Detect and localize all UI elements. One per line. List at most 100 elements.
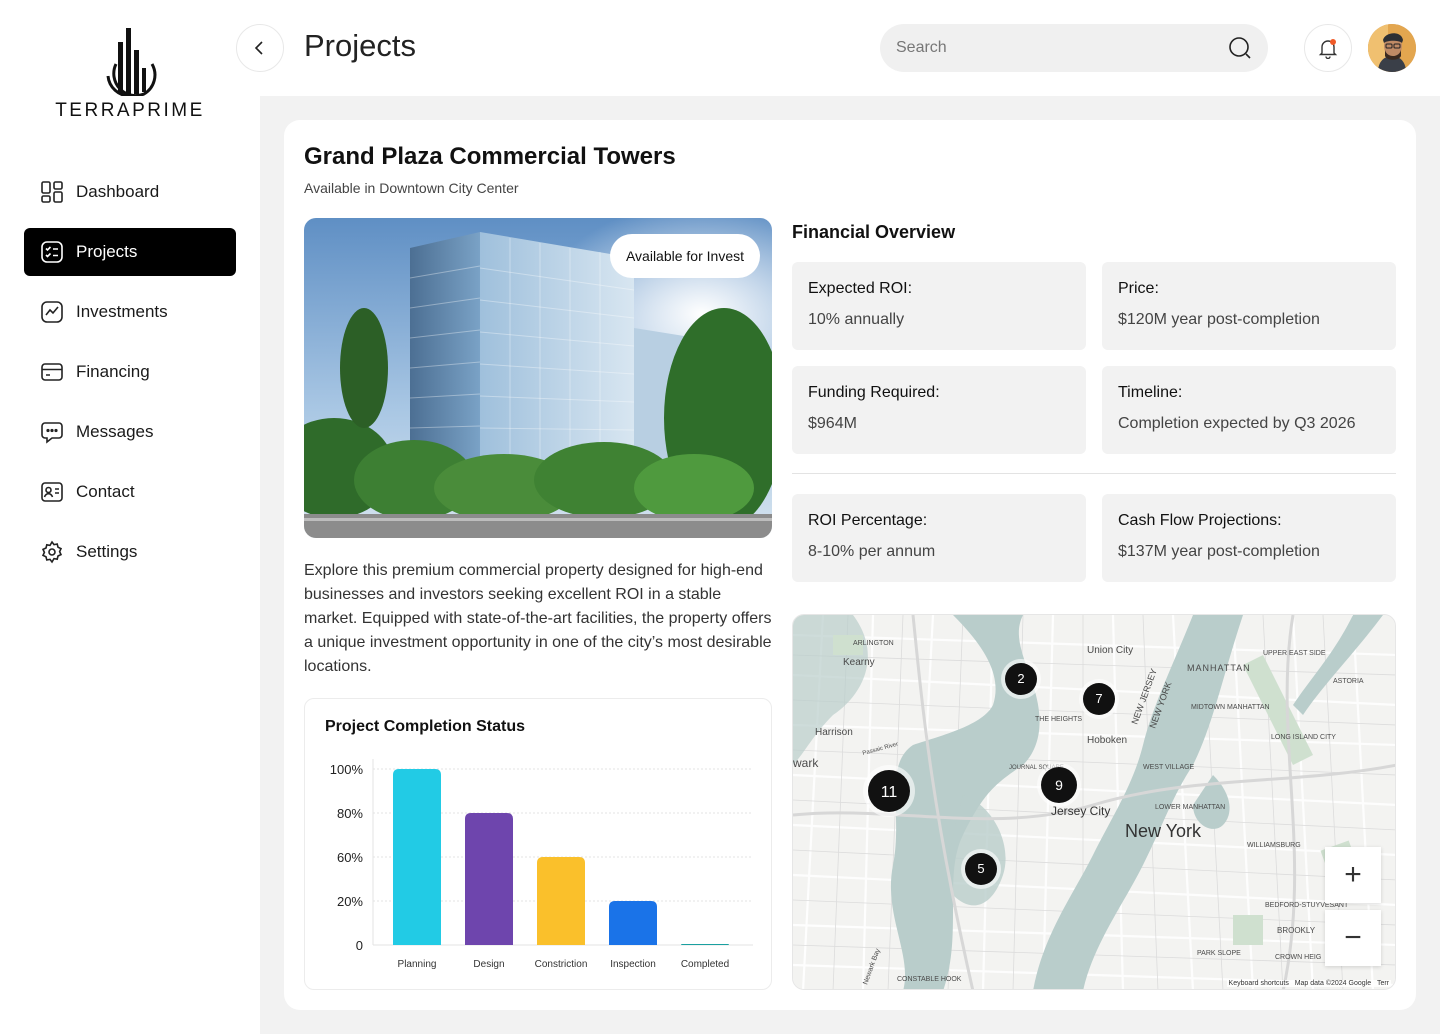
map-cluster-marker[interactable]: 2: [1001, 659, 1041, 699]
fin-card-expected-roi: Expected ROI: 10% annually: [792, 262, 1086, 350]
map-label: ASTORIA: [1333, 678, 1364, 685]
map-label: BEDFORD-STUYVESANT: [1265, 902, 1349, 909]
dashboard-icon: [40, 180, 64, 204]
fin-label: ROI Percentage:: [808, 512, 928, 529]
map-label: LOWER MANHATTAN: [1155, 804, 1225, 811]
map-footer-data: Map data ©2024 Google: [1294, 980, 1372, 987]
fin-card-timeline: Timeline: Completion expected by Q3 2026: [1102, 366, 1396, 454]
divider: [792, 473, 1396, 474]
map-cluster-marker[interactable]: 11: [863, 765, 915, 817]
sidebar: TERRAPRIME Dashboard Projects Investment…: [0, 0, 260, 1034]
map-label: ARLINGTON: [853, 640, 894, 647]
fin-label: Timeline:: [1118, 384, 1183, 401]
fin-value: $964M: [808, 415, 857, 432]
sidebar-item-label: Investments: [76, 302, 168, 321]
brand-logo[interactable]: TERRAPRIME: [0, 24, 260, 122]
sidebar-item-dashboard[interactable]: Dashboard: [24, 168, 236, 216]
cluster-count: 5: [977, 861, 984, 876]
investments-icon: [40, 300, 64, 324]
map-label: PARK SLOPE: [1197, 950, 1241, 957]
fin-label: Expected ROI:: [808, 280, 913, 297]
messages-icon: [40, 420, 64, 444]
map-label: Kearny: [843, 657, 875, 668]
bell-icon: [1318, 39, 1338, 59]
fin-value: Completion expected by Q3 2026: [1118, 415, 1356, 432]
map-label: UPPER EAST SIDE: [1263, 650, 1326, 657]
map-label: wark: [793, 756, 819, 770]
sidebar-item-settings[interactable]: Settings: [24, 528, 236, 576]
map-cluster-marker[interactable]: 9: [1037, 763, 1081, 807]
fin-value: $137M year post-completion: [1118, 543, 1320, 560]
map-attribution: Keyboard shortcuts Map data ©2024 Google…: [1226, 980, 1391, 987]
x-tick-label: Inspection: [610, 959, 656, 970]
map-label: CONSTABLE HOOK: [897, 976, 962, 983]
map-cluster-marker[interactable]: 7: [1079, 679, 1119, 719]
fin-label: Funding Required:: [808, 384, 940, 401]
fin-card-roi-percentage: ROI Percentage: 8-10% per annum: [792, 494, 1086, 582]
cluster-count: 7: [1095, 691, 1102, 706]
search-bar: [880, 24, 1268, 72]
financing-icon: [40, 360, 64, 384]
y-tick-label: 80%: [337, 806, 363, 821]
fin-card-funding-required: Funding Required: $964M: [792, 366, 1086, 454]
zoom-in-button[interactable]: +: [1325, 847, 1381, 903]
chart-bar-inspection[interactable]: [609, 901, 657, 945]
settings-icon: [40, 540, 64, 564]
map-label: Union City: [1087, 645, 1133, 656]
user-avatar-icon: [1368, 24, 1416, 72]
map-footer-terms[interactable]: Terr: [1377, 980, 1389, 987]
contact-icon: [40, 480, 64, 504]
completion-chart: Project Completion Status 0 20% 60% 80% 100%…: [304, 698, 772, 990]
back-button[interactable]: [236, 24, 284, 72]
search-icon[interactable]: [1228, 36, 1252, 60]
page-title: Projects: [304, 28, 416, 63]
sidebar-item-label: Dashboard: [76, 182, 160, 201]
logo-mark-icon: [106, 28, 157, 96]
map-label: MIDTOWN MANHATTAN: [1191, 704, 1270, 711]
fin-value: 10% annually: [808, 311, 905, 328]
chart-bar-planning[interactable]: [393, 769, 441, 945]
sidebar-item-label: Projects: [76, 242, 138, 261]
fin-card-cash-flow: Cash Flow Projections: $137M year post-c…: [1102, 494, 1396, 582]
sidebar-item-label: Contact: [76, 482, 135, 501]
x-tick-label: Design: [473, 959, 504, 970]
x-tick-label: Completed: [681, 959, 729, 970]
project-image: Available for Invest: [304, 218, 772, 538]
map-label: CROWN HEIG: [1275, 954, 1321, 961]
notifications-button[interactable]: [1304, 24, 1352, 72]
sidebar-item-investments[interactable]: Investments: [24, 288, 236, 336]
project-map[interactable]: Union City Kearny ARLINGTON MANHATTAN UP…: [792, 614, 1396, 990]
sidebar-item-label: Financing: [76, 362, 150, 381]
search-input[interactable]: [896, 39, 1228, 57]
map-cluster-marker[interactable]: 5: [961, 849, 1001, 889]
brand-name: TERRAPRIME: [55, 100, 205, 121]
chart-bar-constriction[interactable]: [537, 857, 585, 945]
zoom-out-button[interactable]: −: [1325, 910, 1381, 966]
map-label: New York: [1125, 821, 1202, 841]
sidebar-item-financing[interactable]: Financing: [24, 348, 236, 396]
map-label: Harrison: [815, 727, 853, 738]
map-footer-shortcuts[interactable]: Keyboard shortcuts: [1229, 980, 1289, 987]
map-canvas[interactable]: Union City Kearny ARLINGTON MANHATTAN UP…: [793, 615, 1396, 990]
x-tick-label: Planning: [398, 959, 437, 970]
map-label: BROOKLY: [1277, 926, 1316, 935]
y-tick-label: 0: [356, 938, 363, 953]
project-title: Grand Plaza Commercial Towers: [304, 143, 676, 170]
sidebar-item-contact[interactable]: Contact: [24, 468, 236, 516]
map-label: THE HEIGHTS: [1035, 716, 1082, 723]
y-tick-label: 20%: [337, 894, 363, 909]
map-label: LONG ISLAND CITY: [1271, 734, 1336, 741]
y-tick-label: 60%: [337, 850, 363, 865]
sidebar-item-projects[interactable]: Projects: [24, 228, 236, 276]
fin-label: Price:: [1118, 280, 1159, 297]
bar-chart: 0 20% 60% 80% 100% Planning Design Constriction…: [330, 759, 753, 970]
chart-bar-design[interactable]: [465, 813, 513, 945]
sidebar-item-messages[interactable]: Messages: [24, 408, 236, 456]
map-label: WILLIAMSBURG: [1247, 842, 1301, 849]
chart-bar-completed[interactable]: [681, 944, 729, 945]
fin-value: $120M year post-completion: [1118, 311, 1320, 328]
avatar[interactable]: [1368, 24, 1416, 72]
chevron-left-icon: [254, 41, 263, 55]
fin-label: Cash Flow Projections:: [1118, 512, 1282, 529]
map-label: MANHATTAN: [1187, 663, 1251, 673]
